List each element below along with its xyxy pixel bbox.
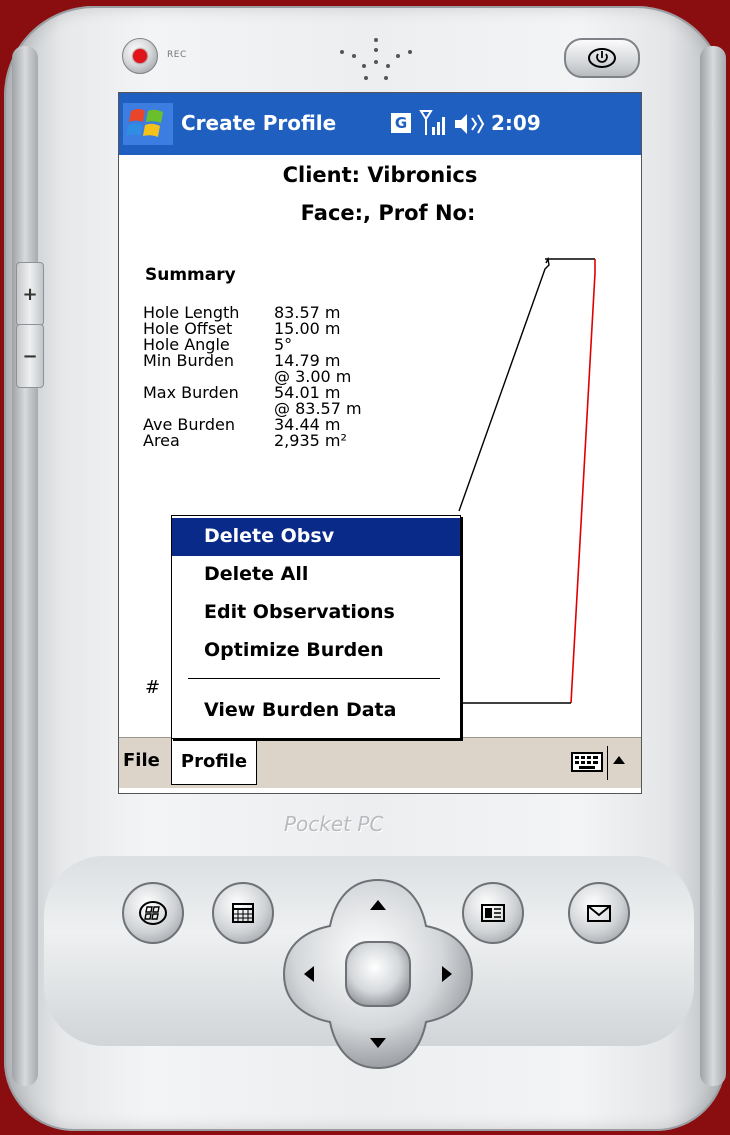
rec-label: REC <box>167 50 187 60</box>
contacts-icon <box>481 904 505 922</box>
menu-profile[interactable]: Profile <box>171 738 257 785</box>
pocket-pc-logo: Pocket PC <box>284 812 384 836</box>
calendar-hardware-button[interactable] <box>212 882 274 944</box>
record-dot-icon <box>133 49 147 63</box>
face-profile-line <box>458 256 550 512</box>
keyboard-icon[interactable] <box>571 752 603 772</box>
device-side-left <box>12 46 38 1086</box>
device-side-right <box>700 46 726 1086</box>
pocket-pc-device: + − REC Create Profile G 2:09 Client: Vi… <box>4 6 726 1131</box>
start-hardware-button[interactable] <box>122 882 184 944</box>
blast-hole-line <box>570 259 596 704</box>
volume-up-button[interactable]: + <box>16 262 44 326</box>
hash-label: # <box>145 677 161 698</box>
power-button[interactable] <box>564 38 640 78</box>
inbox-hardware-button[interactable] <box>568 882 630 944</box>
speaker-grille <box>334 32 444 92</box>
menu-item-delete-obsv[interactable]: Delete Obsv <box>172 518 460 556</box>
menu-file[interactable]: File <box>123 750 160 771</box>
navigation-pad[interactable] <box>280 876 476 1072</box>
device-screen: Create Profile G 2:09 Client: Vibronics … <box>118 92 642 794</box>
input-panel-arrow-icon[interactable] <box>613 756 625 764</box>
menu-item-edit-observations[interactable]: Edit Observations <box>172 594 460 632</box>
power-icon <box>588 48 616 68</box>
menu-separator <box>188 678 440 679</box>
profile-context-menu: Delete Obsv Delete All Edit Observations… <box>171 515 461 739</box>
windows-flag-icon <box>139 901 167 925</box>
volume-down-button[interactable]: − <box>16 324 44 388</box>
menu-item-optimize-burden[interactable]: Optimize Burden <box>172 632 460 670</box>
menu-bar: File Profile <box>119 737 641 788</box>
summary-title: Summary <box>145 265 236 285</box>
mail-icon <box>587 905 611 922</box>
menu-item-view-burden-data[interactable]: View Burden Data <box>172 692 460 730</box>
menu-item-delete-all[interactable]: Delete All <box>172 556 460 594</box>
calendar-icon <box>232 903 254 923</box>
record-button[interactable] <box>122 38 158 74</box>
menubar-separator <box>607 746 608 780</box>
